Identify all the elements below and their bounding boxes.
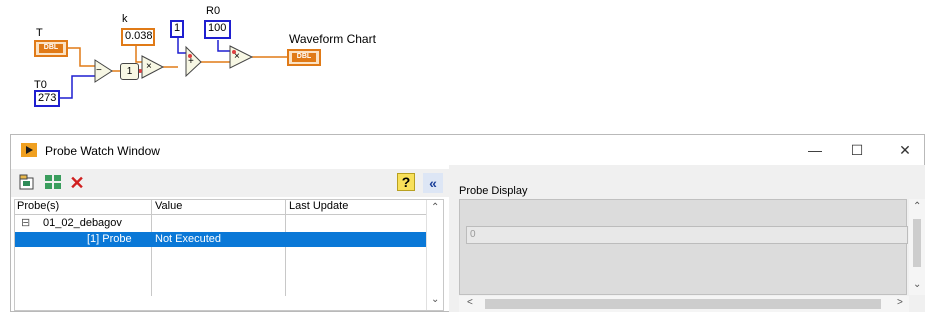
labview-app-icon <box>21 143 37 157</box>
help-icon[interactable]: ? <box>397 173 415 191</box>
scroll-up-icon[interactable]: ⌃ <box>913 201 921 212</box>
one-node[interactable]: 1 <box>120 63 139 80</box>
column-divider <box>285 200 286 296</box>
display-vertical-scrollbar[interactable]: ⌃ ⌄ <box>909 199 925 295</box>
collapse-panel-icon[interactable]: « <box>423 173 443 193</box>
add-symbol: + <box>188 56 194 67</box>
scroll-thumb[interactable] <box>913 219 921 267</box>
waveform-chart-terminal[interactable]: DBL <box>287 49 321 66</box>
waveform-chart-label: Waveform Chart <box>289 32 376 46</box>
remove-probe-icon[interactable]: ✕ <box>67 173 87 193</box>
multiply-symbol-1: × <box>146 61 152 72</box>
vi-name: 01_02_debagov <box>43 217 122 229</box>
column-probes[interactable]: Probe(s) <box>17 200 59 213</box>
tree-row-vi[interactable]: ⊟ 01_02_debagov <box>15 216 428 231</box>
scroll-down-icon[interactable]: ⌄ <box>431 294 439 305</box>
block-diagram: − × + × T DBL T0 273 1 k 0.038 1 R0 100 … <box>0 0 925 130</box>
t-control-terminal[interactable]: DBL <box>34 40 68 57</box>
scroll-thumb[interactable] <box>485 299 881 309</box>
title-bar[interactable]: Probe Watch Window — ☐ ✕ <box>11 135 924 165</box>
multiply-symbol-2: × <box>234 51 240 62</box>
pane-splitter[interactable] <box>449 165 457 312</box>
probe-list-scrollbar[interactable]: ⌃ ⌄ <box>426 200 443 310</box>
t0-constant[interactable]: 273 <box>34 90 60 107</box>
probe-list[interactable]: Probe(s) Value Last Update ⊟ 01_02_debag… <box>14 199 444 311</box>
scroll-right-icon[interactable]: > <box>897 297 903 308</box>
maximize-button[interactable]: ☐ <box>837 139 877 161</box>
retain-values-icon[interactable] <box>43 173 63 193</box>
table-row-probe-1[interactable]: [1] Probe Not Executed <box>15 232 428 247</box>
probe-display-pane: Probe Display 0 ⌃ ⌄ < > <box>457 165 925 312</box>
probe-value: Not Executed <box>155 233 222 245</box>
probe-watch-window: Probe Watch Window — ☐ ✕ ✕ ? « Probe(s) … <box>10 134 925 312</box>
probe-display-value: 0 <box>466 226 908 244</box>
probe-display-area: 0 <box>459 199 908 295</box>
chart-dbl-text: DBL <box>292 53 316 62</box>
t-label: T <box>36 27 43 39</box>
probe-list-header: Probe(s) Value Last Update <box>15 200 428 215</box>
k-constant[interactable]: 0.038 <box>121 28 155 46</box>
scroll-down-icon[interactable]: ⌄ <box>913 279 921 290</box>
minimize-button[interactable]: — <box>795 139 835 161</box>
column-value[interactable]: Value <box>155 200 182 213</box>
tree-collapse-icon[interactable]: ⊟ <box>21 217 30 230</box>
column-divider <box>151 200 152 296</box>
toolbar: ✕ ? « <box>11 169 449 197</box>
k-label: k <box>122 13 128 25</box>
r0-constant[interactable]: 100 <box>204 20 231 39</box>
open-vi-icon[interactable] <box>17 173 37 193</box>
t-dbl-text: DBL <box>39 44 63 53</box>
probe-display-label: Probe Display <box>459 185 528 197</box>
window-title: Probe Watch Window <box>45 144 160 158</box>
scroll-left-icon[interactable]: < <box>467 297 473 308</box>
column-last-update[interactable]: Last Update <box>289 200 348 213</box>
r0-label: R0 <box>206 5 221 17</box>
probe-name: [1] Probe <box>87 233 132 245</box>
constant-one[interactable]: 1 <box>170 20 184 38</box>
close-button[interactable]: ✕ <box>885 139 925 161</box>
subtract-symbol: − <box>96 65 102 76</box>
scroll-up-icon[interactable]: ⌃ <box>431 202 439 213</box>
display-horizontal-scrollbar[interactable]: < > <box>459 296 909 312</box>
